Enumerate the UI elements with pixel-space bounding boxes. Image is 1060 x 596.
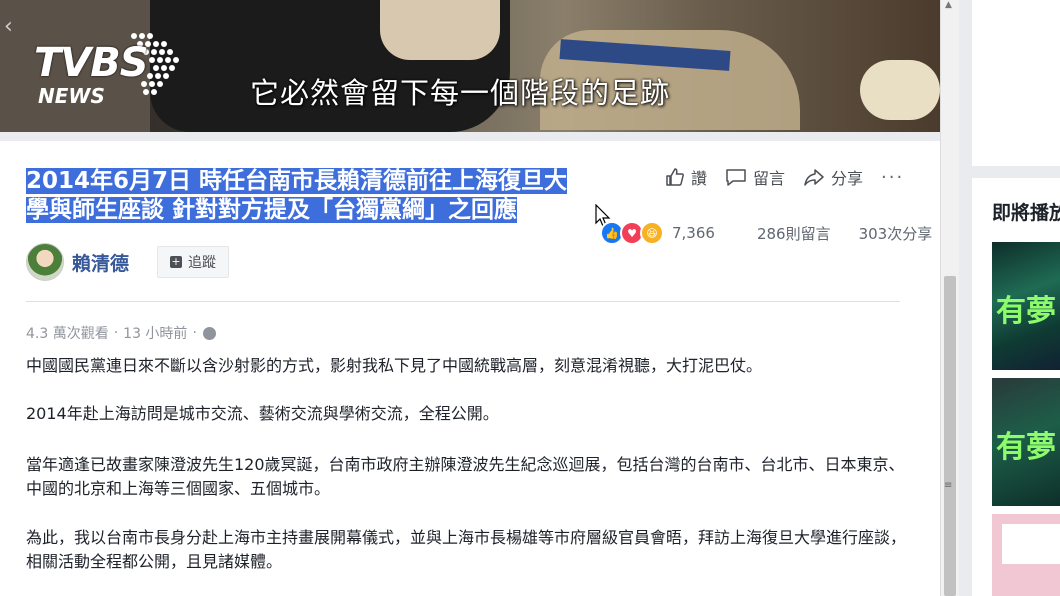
follow-button[interactable]: + 追蹤 (157, 246, 230, 278)
post-paragraph: 為此，我以台南市長身分赴上海市主持畫展開幕儀式，並與上海市長楊雄等市府層級官員會… (26, 528, 907, 571)
up-next-panel: 即將播放 有夢 有夢 (972, 178, 1060, 596)
post-time[interactable]: 13 小時前 (123, 323, 187, 343)
post-paragraph: 2014年赴上海訪問是城市交流、藝術交流與學術交流，全程公開。 (26, 404, 499, 423)
more-options-icon[interactable]: ··· (881, 167, 904, 188)
video-thumbnail[interactable] (992, 514, 1060, 596)
thumbnail-frame (1002, 524, 1060, 564)
up-next-heading: 即將播放 (992, 202, 1060, 224)
post-actions: 讚 留言 分享 ··· (665, 165, 904, 189)
comment-count[interactable]: 286則留言 (757, 223, 831, 244)
right-top-panel (972, 0, 1060, 166)
video-bg-hand (380, 0, 500, 60)
comment-icon (726, 169, 746, 186)
video-bg-cup (860, 60, 940, 120)
reaction-count[interactable]: 7,366 (672, 224, 715, 242)
logo-sub-text: NEWS (38, 84, 105, 108)
thumbnail-caption: 有夢 (996, 294, 1056, 329)
post-paragraph: 當年適逢已故畫家陳澄波先生120歲冥誕，台南市政府主辦陳澄波先生紀念巡迴展，包括… (26, 455, 905, 498)
scroll-up-icon[interactable]: ▲ (945, 0, 952, 10)
post-meta: 4.3 萬次觀看 · 13 小時前 · (26, 323, 216, 343)
video-thumbnail[interactable]: 有夢 (992, 378, 1060, 506)
meta-separator-2: · (192, 325, 197, 341)
plus-icon: + (170, 255, 183, 268)
post-headline: 2014年6月7日 時任台南市長賴清德前往上海復旦大學與師生座談 針對對方提及「… (26, 167, 586, 225)
scroll-thumb[interactable] (944, 276, 956, 596)
tvbs-logo: TVBS NEWS (34, 30, 194, 110)
like-button[interactable]: 讚 (665, 165, 707, 189)
globe-icon (202, 326, 216, 340)
share-count[interactable]: 303次分享 (859, 223, 933, 244)
scroll-grip-icon: ≡ (944, 480, 953, 491)
page-scrollbar[interactable]: ▲ ≡ (940, 0, 959, 596)
author-avatar[interactable] (26, 243, 64, 281)
share-label: 分享 (831, 169, 864, 188)
like-label: 讚 (691, 169, 708, 188)
logo-main-text: TVBS (34, 40, 149, 86)
haha-reaction-icon: 😆 (640, 221, 664, 245)
share-icon (804, 169, 824, 186)
author-row: 賴清德 + 追蹤 (26, 243, 230, 281)
meta-separator: · (113, 325, 119, 341)
divider (26, 301, 900, 302)
follow-label: 追蹤 (188, 255, 217, 271)
comment-label: 留言 (753, 169, 786, 188)
video-subtitle: 它必然會留下每一個階段的足跡 (250, 76, 671, 110)
share-button[interactable]: 分享 (803, 165, 863, 189)
post-card: 2014年6月7日 時任台南市長賴清德前往上海復旦大學與師生座談 針對對方提及「… (0, 141, 940, 596)
view-count: 4.3 萬次觀看 (26, 326, 109, 342)
author-name[interactable]: 賴清德 (72, 249, 129, 276)
video-player[interactable]: ‹ TVBS NEWS 它必然會留下每一個階段的足跡 (0, 0, 940, 132)
comment-button[interactable]: 留言 (725, 165, 785, 189)
thumbnail-caption: 有夢 (996, 430, 1056, 465)
thumbs-up-icon (666, 168, 684, 186)
post-paragraph: 中國國民黨連日來不斷以含沙射影的方式，影射我私下見了中國統戰高層，刻意混淆視聽，… (26, 356, 763, 375)
video-thumbnail[interactable]: 有夢 (992, 242, 1060, 370)
post-headline-text: 2014年6月7日 時任台南市長賴清德前往上海復旦大學與師生座談 針對對方提及「… (26, 168, 568, 223)
post-stats: 👍 ♥ 😆 7,366 286則留言 303次分享 (600, 221, 932, 245)
video-prev-arrow-icon[interactable]: ‹ (4, 14, 13, 39)
